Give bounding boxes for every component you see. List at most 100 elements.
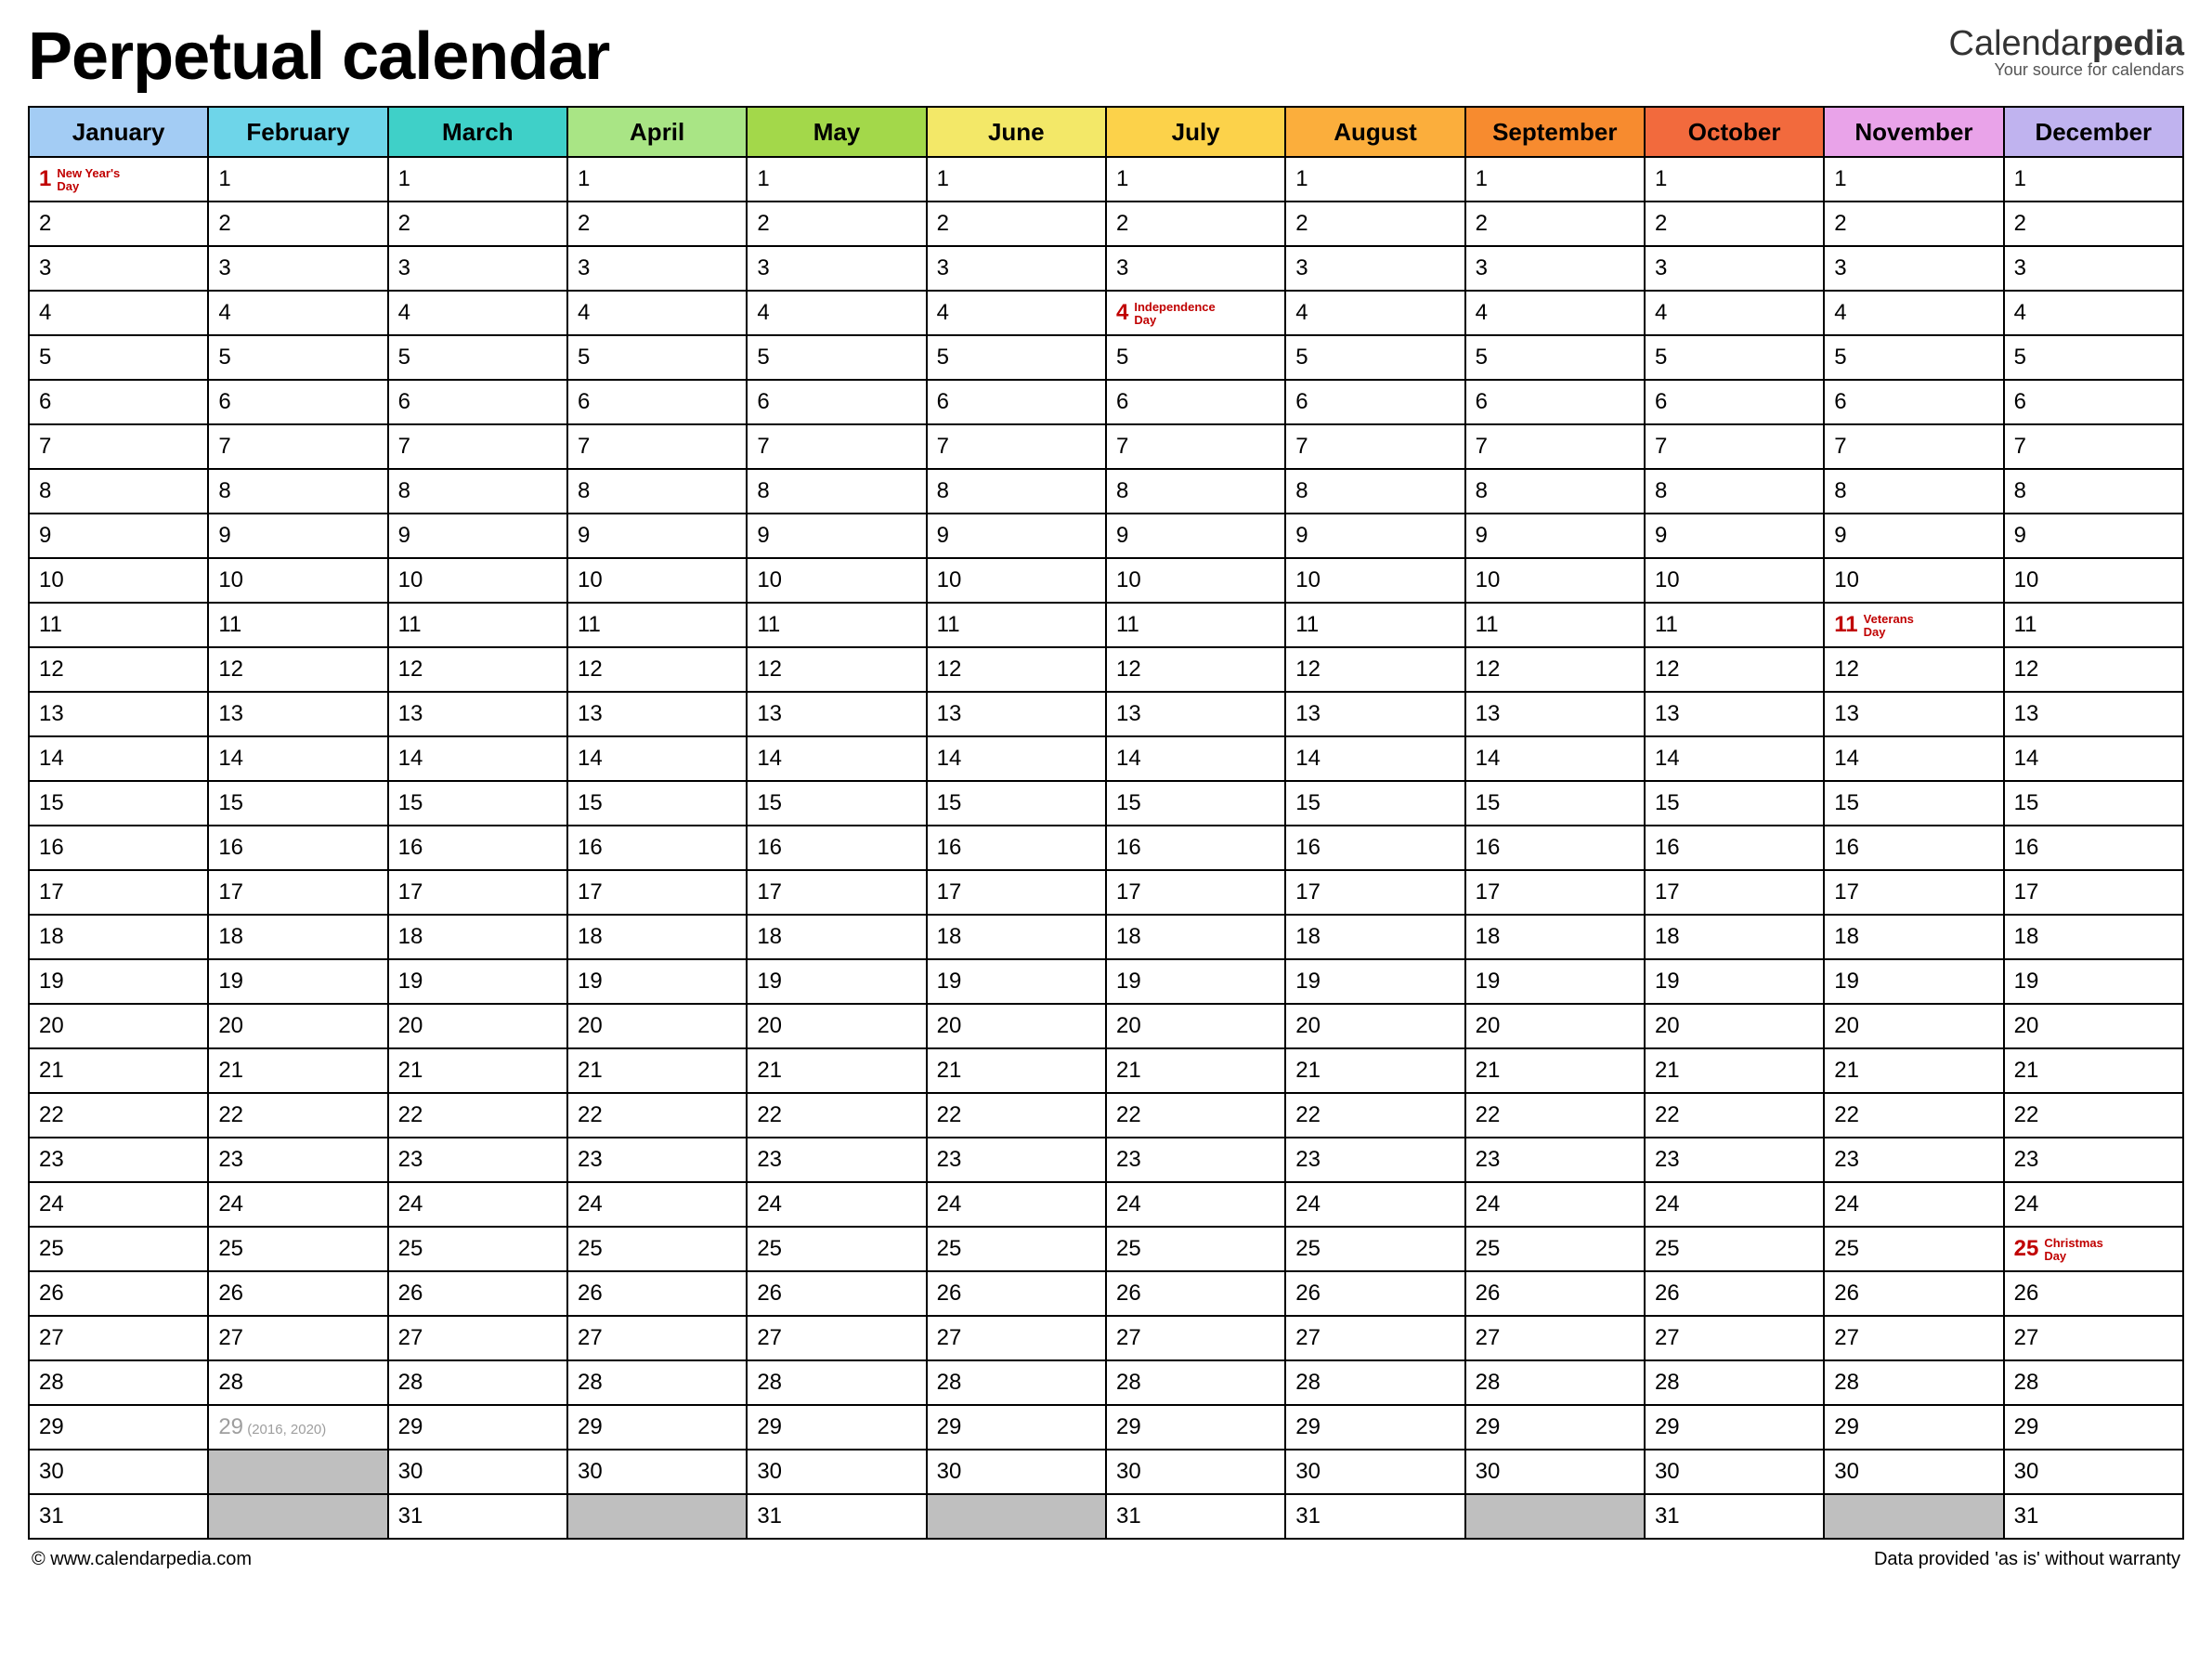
day-number: 17	[218, 879, 243, 904]
day-number: 13	[937, 701, 962, 726]
day-cell: 23	[29, 1138, 208, 1182]
day-cell: 17	[567, 870, 747, 915]
day-number: 11	[757, 612, 780, 637]
day-number: 31	[1655, 1503, 1680, 1528]
day-number: 12	[1834, 657, 1859, 682]
day-cell: 12	[1106, 647, 1285, 692]
day-cell: 19	[567, 959, 747, 1004]
day-number: 28	[39, 1370, 64, 1395]
day-cell: 25	[1824, 1227, 2003, 1271]
table-row: 121212121212121212121212	[29, 647, 2183, 692]
day-cell: 25	[208, 1227, 387, 1271]
day-cell: 7	[747, 424, 926, 469]
page-title: Perpetual calendar	[28, 19, 609, 95]
day-number: 30	[39, 1459, 64, 1484]
day-number: 3	[578, 255, 590, 280]
day-cell: 29	[927, 1405, 1106, 1450]
day-cell: 12	[208, 647, 387, 692]
day-cell: 8	[1645, 469, 1824, 514]
day-cell: 22	[1106, 1093, 1285, 1138]
day-cell: 18	[1824, 915, 2003, 959]
table-row: 222222222222	[29, 202, 2183, 246]
day-number: 26	[2014, 1281, 2039, 1306]
day-number: 7	[757, 434, 769, 459]
day-number: 16	[757, 835, 782, 860]
day-number: 17	[2014, 879, 2039, 904]
day-number: 24	[398, 1191, 423, 1216]
day-number: 12	[398, 657, 423, 682]
day-number: 5	[218, 345, 230, 370]
month-header: July	[1106, 107, 1285, 157]
day-number: 6	[1834, 389, 1846, 414]
day-cell: 7	[388, 424, 567, 469]
day-number: 30	[1476, 1459, 1501, 1484]
day-number: 12	[39, 657, 64, 682]
day-cell: 1	[2004, 157, 2183, 202]
day-cell: 20	[29, 1004, 208, 1048]
day-number: 27	[1655, 1325, 1680, 1350]
day-number: 19	[1476, 969, 1501, 994]
day-cell: 19	[1285, 959, 1464, 1004]
day-number: 12	[1116, 657, 1141, 682]
day-cell: 6	[927, 380, 1106, 424]
day-number: 25	[1476, 1236, 1501, 1261]
day-cell: 8	[1106, 469, 1285, 514]
day-cell: 22	[388, 1093, 567, 1138]
day-cell: 18	[1285, 915, 1464, 959]
day-number: 14	[1116, 746, 1141, 771]
day-number: 9	[1834, 523, 1846, 548]
day-cell: 17	[208, 870, 387, 915]
day-cell: 1	[1824, 157, 2003, 202]
day-cell	[208, 1494, 387, 1539]
day-cell: 30	[1645, 1450, 1824, 1494]
day-cell: 1	[1106, 157, 1285, 202]
day-cell: 17	[388, 870, 567, 915]
day-cell: 1	[208, 157, 387, 202]
day-number: 17	[757, 879, 782, 904]
day-number: 29	[937, 1414, 962, 1439]
day-number: 2	[218, 211, 230, 236]
day-number: 6	[757, 389, 769, 414]
day-cell: 20	[388, 1004, 567, 1048]
day-cell: 16	[1285, 826, 1464, 870]
day-cell: 8	[2004, 469, 2183, 514]
day-cell: 22	[2004, 1093, 2183, 1138]
day-cell: 23	[927, 1138, 1106, 1182]
day-cell: 18	[1465, 915, 1645, 959]
table-row: 252525252525252525252525ChristmasDay	[29, 1227, 2183, 1271]
day-number: 23	[578, 1147, 603, 1172]
day-number: 30	[1655, 1459, 1680, 1484]
day-number: 16	[1476, 835, 1501, 860]
day-cell: 1	[388, 157, 567, 202]
day-number: 28	[578, 1370, 603, 1395]
day-cell: 11	[567, 603, 747, 647]
day-number: 25	[398, 1236, 423, 1261]
day-number: 2	[2014, 211, 2026, 236]
day-cell: 27	[208, 1316, 387, 1360]
day-cell: 22	[1285, 1093, 1464, 1138]
day-cell: 19	[747, 959, 926, 1004]
day-number: 18	[2014, 924, 2039, 949]
day-number: 9	[1655, 523, 1667, 548]
day-cell: 5	[747, 335, 926, 380]
day-cell: 2	[208, 202, 387, 246]
day-number: 6	[2014, 389, 2026, 414]
day-number: 19	[578, 969, 603, 994]
table-row: 555555555555	[29, 335, 2183, 380]
table-row: 262626262626262626262626	[29, 1271, 2183, 1316]
day-cell: 10	[567, 558, 747, 603]
day-cell: 3	[747, 246, 926, 291]
day-number: 1	[578, 166, 590, 191]
day-number: 3	[1476, 255, 1488, 280]
day-number: 20	[1295, 1013, 1321, 1038]
day-number: 21	[39, 1058, 64, 1083]
day-cell: 21	[208, 1048, 387, 1093]
table-row: 888888888888	[29, 469, 2183, 514]
day-cell: 15	[747, 781, 926, 826]
day-number: 23	[1295, 1147, 1321, 1172]
day-cell: 14	[2004, 736, 2183, 781]
table-row: 282828282828282828282828	[29, 1360, 2183, 1405]
day-cell: 7	[2004, 424, 2183, 469]
day-cell: 21	[927, 1048, 1106, 1093]
day-number: 8	[39, 478, 51, 503]
